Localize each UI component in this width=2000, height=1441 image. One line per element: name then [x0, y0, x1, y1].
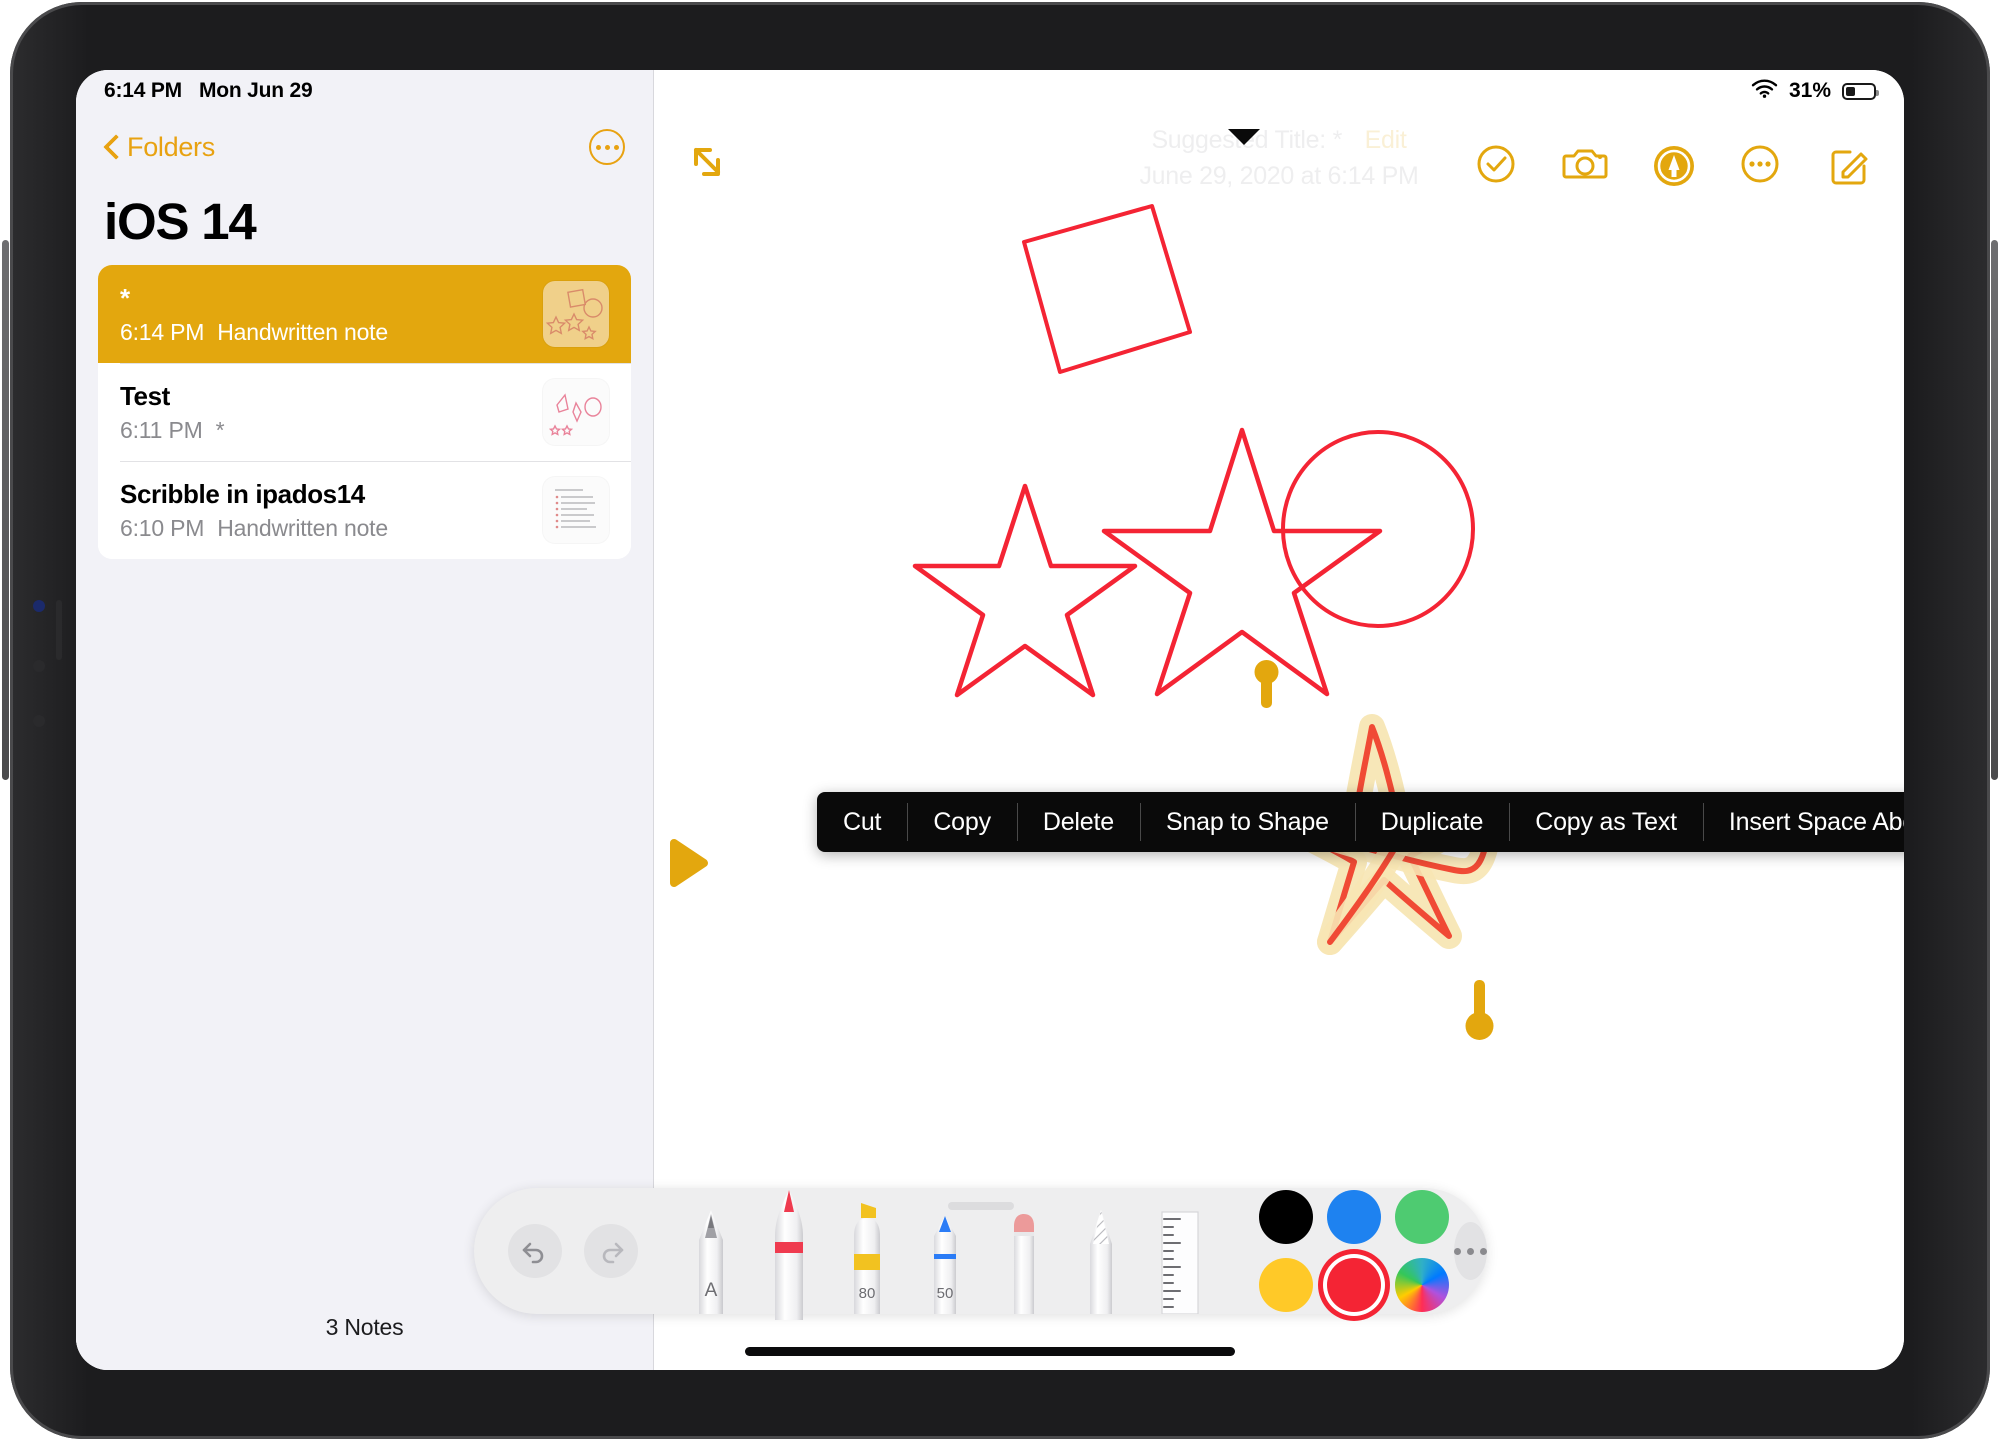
- editing-context-menu: Cut Copy Delete Snap to Shape Duplicate …: [817, 792, 1904, 852]
- sidebar-nav-bar: Folders: [76, 124, 653, 170]
- svg-text:A: A: [705, 1280, 718, 1301]
- note-time: 6:11 PM: [120, 417, 203, 444]
- square-shape: [1022, 204, 1192, 374]
- device-right-edge: [1991, 240, 1998, 780]
- mic-dot: [33, 600, 45, 612]
- note-list-item-1[interactable]: Test 6:11 PM *: [98, 363, 631, 461]
- folder-title: iOS 14: [104, 193, 257, 250]
- context-menu-item-copy[interactable]: Copy: [907, 792, 1017, 852]
- play-triangle-marker: [670, 839, 708, 887]
- context-menu-pointer: [1228, 129, 1260, 145]
- redo-arrow-icon: [602, 1242, 624, 1264]
- svg-text:80: 80: [859, 1285, 876, 1302]
- note-thumbnail: [543, 379, 609, 445]
- color-swatch-green[interactable]: [1395, 1190, 1449, 1244]
- color-swatch-yellow[interactable]: [1259, 1258, 1313, 1312]
- note-toolbar-actions: [1474, 142, 1870, 186]
- ipad-device-frame: 6:14 PM Mon Jun 29 31% Folders iOS 14 * …: [0, 0, 2000, 1441]
- context-menu-item-duplicate[interactable]: Duplicate: [1354, 792, 1509, 852]
- notes-sidebar: Folders iOS 14 * 6:14 PM Handwritten not…: [76, 70, 654, 1370]
- selection-handle-bottom: [1465, 980, 1494, 1040]
- note-thumbnail: [543, 281, 609, 347]
- marker-tool[interactable]: [750, 1188, 828, 1320]
- note-preview: Handwritten note: [217, 515, 388, 542]
- star-small-shape: [912, 483, 1138, 698]
- note-thumbnail: [543, 477, 609, 543]
- notes-card: * 6:14 PM Handwritten note Test 6:11 PM …: [98, 265, 631, 559]
- sensor-dot-2: [33, 715, 45, 727]
- fountain-pen-tool[interactable]: 50: [906, 1188, 984, 1314]
- note-time: 6:14 PM: [120, 319, 205, 346]
- undo-button[interactable]: [508, 1224, 562, 1278]
- note-title: Scribble in ipados14: [120, 478, 365, 509]
- undo-arrow-icon: [522, 1242, 544, 1264]
- note-list-item-2[interactable]: Scribble in ipados14 6:10 PM Handwritten…: [98, 461, 631, 559]
- context-menu-item-cut[interactable]: Cut: [817, 792, 907, 852]
- context-menu-item-insert-space-above[interactable]: Insert Space Above: [1702, 792, 1904, 852]
- note-title: Test: [120, 380, 170, 411]
- note-title: *: [120, 282, 130, 313]
- note-preview: Handwritten note: [217, 319, 388, 346]
- note-preview: *: [215, 417, 225, 444]
- context-menu-item-delete[interactable]: Delete: [1016, 792, 1140, 852]
- sidebar-more-button[interactable]: [589, 129, 625, 165]
- redo-button[interactable]: [584, 1224, 638, 1278]
- drawing-tools: A 80 50: [672, 1188, 1218, 1320]
- ipad-screen: 6:14 PM Mon Jun 29 31% Folders iOS 14 * …: [76, 70, 1904, 1370]
- device-left-edge: [2, 240, 9, 780]
- color-swatch-red[interactable]: [1327, 1258, 1381, 1312]
- checkmark-circle-icon[interactable]: [1474, 142, 1518, 186]
- back-to-folders-button[interactable]: Folders: [104, 132, 215, 163]
- note-time: 6:10 PM: [120, 515, 205, 542]
- camera-icon[interactable]: [1562, 142, 1608, 186]
- color-swatches: [1254, 1185, 1454, 1317]
- eraser-tool[interactable]: [984, 1188, 1062, 1314]
- markup-palette: A 80 50: [474, 1185, 1487, 1320]
- color-swatch-black[interactable]: [1259, 1190, 1313, 1244]
- color-wheel-swatch[interactable]: [1395, 1258, 1449, 1312]
- note-detail-pane: Suggested Title: * Edit June 29, 2020 at…: [654, 70, 1904, 1370]
- pen-tool[interactable]: A: [672, 1188, 750, 1314]
- home-indicator[interactable]: [745, 1347, 1235, 1356]
- svg-text:50: 50: [937, 1285, 954, 1302]
- highlighter-tool[interactable]: 80: [828, 1188, 906, 1314]
- context-menu-item-copy-as-text[interactable]: Copy as Text: [1509, 792, 1703, 852]
- volume-button[interactable]: [56, 600, 62, 660]
- note-toolbar: [654, 124, 1904, 204]
- selection-handle-top: [1254, 660, 1279, 708]
- context-menu-item-snap-to-shape[interactable]: Snap to Shape: [1139, 792, 1355, 852]
- note-list-item-0[interactable]: * 6:14 PM Handwritten note: [98, 265, 631, 363]
- drawing-canvas[interactable]: [654, 70, 1904, 1370]
- star-large-shape: [1101, 427, 1383, 697]
- notes-list: * 6:14 PM Handwritten note Test 6:11 PM …: [76, 265, 653, 559]
- expand-arrows-icon[interactable]: [688, 142, 732, 186]
- ruler-tool[interactable]: [1140, 1188, 1218, 1314]
- undo-redo-group: [474, 1224, 638, 1278]
- ellipsis-circle-icon[interactable]: [1738, 142, 1782, 186]
- compose-icon[interactable]: [1826, 142, 1870, 186]
- sensor-dot-1: [33, 660, 45, 672]
- back-label: Folders: [127, 131, 215, 162]
- chevron-left-icon: [104, 135, 118, 159]
- palette-more-button[interactable]: [1454, 1222, 1487, 1280]
- lasso-tool[interactable]: [1062, 1188, 1140, 1314]
- color-swatch-blue[interactable]: [1327, 1190, 1381, 1244]
- markup-pen-circle-icon[interactable]: [1650, 142, 1694, 186]
